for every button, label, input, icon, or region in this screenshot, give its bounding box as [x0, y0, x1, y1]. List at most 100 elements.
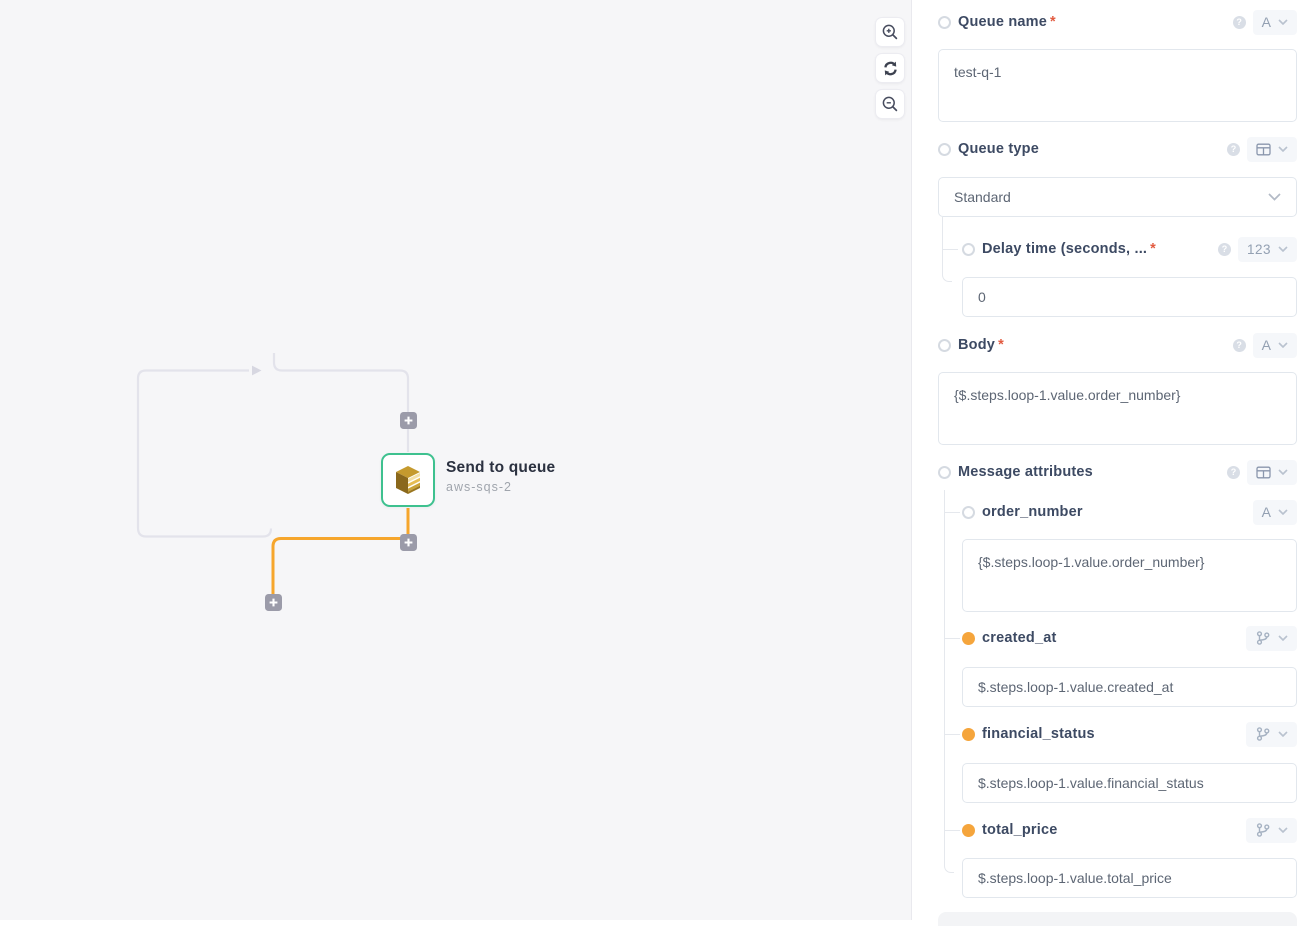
field-toggle[interactable] — [938, 465, 951, 479]
tree-connector — [941, 249, 952, 282]
field-row-body: Body * ? A — [938, 332, 1297, 358]
node-title: Send to queue — [446, 459, 556, 476]
field-row-delay-time: Delay time (seconds, ... * ? 123 — [962, 236, 1297, 262]
help-icon[interactable]: ? — [1227, 142, 1240, 156]
plus-icon — [269, 598, 277, 607]
number-type-icon: 123 — [1246, 241, 1271, 257]
text-type-icon: A — [1261, 337, 1271, 353]
workflow-editor: Send to queue aws-sqs-2 Queue name * ? A… — [0, 0, 1313, 926]
zoom-out-icon — [882, 96, 898, 112]
field-toggle[interactable] — [962, 242, 975, 256]
field-row-queue-name: Queue name * ? A — [938, 9, 1297, 35]
refresh-icon — [883, 61, 897, 75]
field-toggle-mapped[interactable] — [962, 823, 975, 837]
help-icon[interactable]: ? — [1227, 465, 1240, 479]
tree-connector — [943, 734, 960, 831]
table-icon — [1256, 143, 1271, 155]
body-input[interactable]: {$.steps.loop-1.value.order_number} — [938, 372, 1297, 445]
loop-edge-arrowhead — [252, 365, 262, 376]
type-selector-reference[interactable] — [1246, 625, 1297, 651]
type-selector-text[interactable]: A — [1252, 332, 1297, 358]
type-selector-table[interactable] — [1247, 459, 1297, 485]
total-price-input[interactable] — [962, 858, 1297, 898]
type-selector-text[interactable]: A — [1252, 499, 1297, 525]
field-label: financial_status — [982, 726, 1095, 742]
text-type-icon: A — [1261, 504, 1271, 520]
chevron-down-icon — [1278, 635, 1288, 641]
zoom-out-button[interactable] — [876, 90, 904, 118]
queue-name-input[interactable]: test-q-1 — [938, 49, 1297, 122]
type-selector-table[interactable] — [1247, 136, 1297, 162]
field-label: created_at — [982, 630, 1057, 646]
tree-connector — [943, 830, 954, 873]
chevron-down-icon — [1278, 146, 1288, 152]
field-row-created-at: created_at — [962, 625, 1297, 651]
field-label: total_price — [982, 822, 1058, 838]
field-label: Body — [958, 337, 996, 353]
reset-view-button[interactable] — [876, 54, 904, 82]
table-icon — [1256, 466, 1271, 478]
field-toggle[interactable] — [938, 142, 951, 156]
chevron-down-icon — [1278, 827, 1288, 833]
required-mark: * — [998, 337, 1004, 353]
node-subtitle: aws-sqs-2 — [446, 480, 512, 494]
chevron-down-icon — [1278, 19, 1288, 25]
selected-option: Standard — [954, 189, 1011, 205]
branch-icon — [1256, 823, 1270, 837]
field-toggle[interactable] — [938, 15, 951, 29]
zoom-in-icon — [882, 24, 898, 40]
field-row-message-attributes: Message attributes ? — [938, 459, 1297, 485]
type-selector-reference[interactable] — [1246, 721, 1297, 747]
type-selector-number[interactable]: 123 — [1237, 236, 1297, 262]
branch-icon — [1256, 727, 1270, 741]
type-selector-reference[interactable] — [1246, 817, 1297, 843]
financial-status-input[interactable] — [962, 763, 1297, 803]
chevron-down-icon — [1268, 193, 1281, 201]
delay-time-input[interactable] — [962, 277, 1297, 317]
add-node-button-below[interactable] — [399, 534, 417, 551]
chevron-down-icon — [1278, 469, 1288, 475]
field-row-order-number: order_number A — [962, 499, 1297, 525]
field-toggle[interactable] — [962, 505, 975, 519]
flow-canvas[interactable]: Send to queue aws-sqs-2 — [0, 0, 912, 920]
help-icon[interactable]: ? — [1232, 338, 1246, 352]
next-section-header[interactable] — [938, 912, 1297, 926]
node-send-to-queue[interactable] — [381, 453, 435, 507]
text-type-icon: A — [1261, 14, 1271, 30]
field-toggle[interactable] — [938, 338, 951, 352]
chevron-down-icon — [1278, 509, 1288, 515]
help-icon[interactable]: ? — [1232, 15, 1246, 29]
tree-connector — [943, 638, 960, 735]
field-toggle-mapped[interactable] — [962, 727, 975, 741]
field-label: Delay time (seconds, ... — [982, 241, 1148, 257]
node-config-panel: Queue name * ? A test-q-1 Queue type ? S… — [912, 0, 1313, 926]
incoming-edge — [272, 353, 410, 452]
plus-icon — [404, 416, 412, 424]
aws-sqs-icon — [396, 466, 420, 494]
type-selector-text[interactable]: A — [1252, 9, 1297, 35]
loop-back-edge — [136, 369, 273, 538]
field-label: Queue type — [958, 141, 1039, 157]
required-mark: * — [1150, 241, 1156, 257]
queue-type-select[interactable]: Standard — [938, 177, 1297, 217]
chevron-down-icon — [1278, 246, 1288, 252]
plus-icon — [404, 538, 412, 547]
created-at-input[interactable] — [962, 667, 1297, 707]
field-row-total-price: total_price — [962, 817, 1297, 843]
order-number-input[interactable]: {$.steps.loop-1.value.order_number} — [962, 539, 1297, 612]
field-row-queue-type: Queue type ? — [938, 136, 1297, 162]
add-node-button-above[interactable] — [399, 411, 417, 429]
tree-connector — [943, 512, 960, 639]
chevron-down-icon — [1278, 731, 1288, 737]
branch-icon — [1256, 631, 1270, 645]
field-label: Queue name — [958, 14, 1048, 30]
outgoing-edge — [271, 537, 401, 595]
field-row-financial-status: financial_status — [962, 721, 1297, 747]
help-icon[interactable]: ? — [1217, 242, 1231, 256]
field-toggle-mapped[interactable] — [962, 631, 975, 645]
chevron-down-icon — [1278, 342, 1288, 348]
required-mark: * — [1050, 14, 1056, 30]
add-node-button-end[interactable] — [264, 594, 282, 611]
tree-connector — [941, 217, 958, 250]
zoom-in-button[interactable] — [876, 18, 904, 46]
